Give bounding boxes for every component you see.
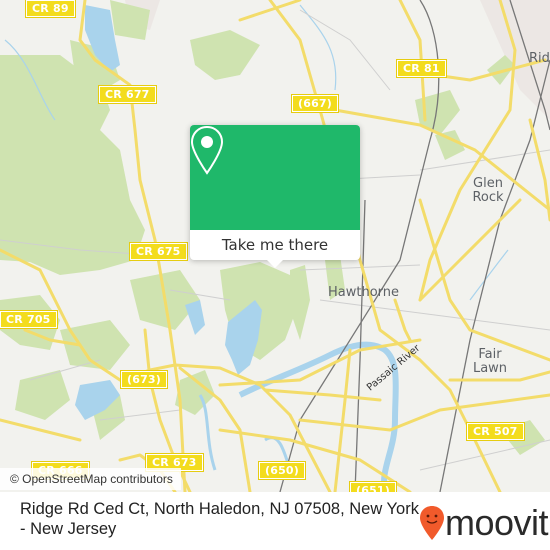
road-label-cr-507: CR 507 [466,422,525,441]
moovit-wordmark: moovit [445,502,549,543]
road-label-673: (673) [119,370,169,389]
take-me-there-button[interactable]: Take me there [190,230,360,260]
map-attribution[interactable]: © OpenStreetMap contributors [0,468,181,490]
place-label-glen-rock: Glen Rock [472,176,504,205]
moovit-pin-icon [420,506,444,540]
footer: Ridge Rd Ced Ct, North Haledon, NJ 07508… [0,492,550,550]
popup-caret [266,259,284,268]
location-popup: Take me there [190,125,360,268]
place-label-hawthorne: Hawthorne [328,285,400,300]
map-view[interactable]: CR 89 CR 677 (667) CR 81 CR 675 CR 705 (… [0,0,550,492]
place-label-fair-lawn: Fair Lawn [472,347,508,376]
road-label-cr-89: CR 89 [25,0,76,18]
road-label-651: (651) [348,481,398,492]
address-text: Ridge Rd Ced Ct, North Haledon, NJ 07508… [20,500,419,538]
road-label-cr-81: CR 81 [396,59,447,78]
road-label-cr-705: CR 705 [0,310,58,329]
location-pin-icon [190,125,224,175]
road-label-650: (650) [257,461,307,480]
popup-header [190,125,360,230]
place-label-ridgewood: Rid [529,51,550,66]
road-label-667: (667) [290,94,340,113]
road-label-cr-677: CR 677 [98,85,157,104]
road-label-cr-675: CR 675 [129,242,188,261]
